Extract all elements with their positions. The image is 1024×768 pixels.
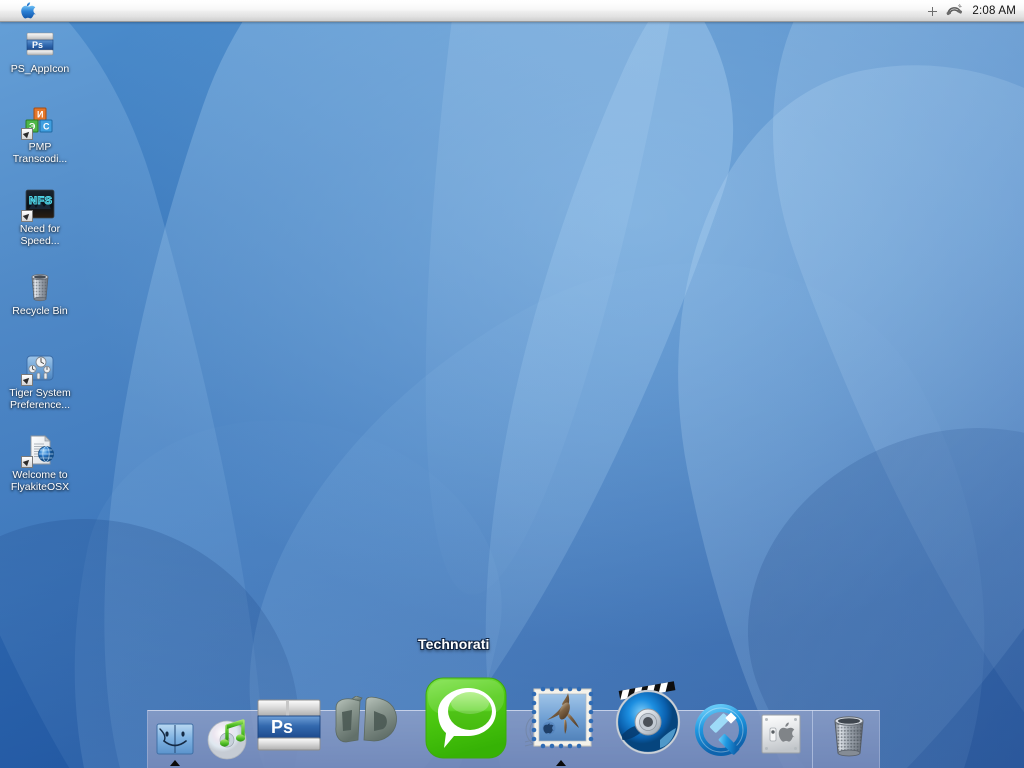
apple-panel-icon — [761, 714, 801, 754]
menubar-clock[interactable]: 2:08 AM — [972, 5, 1016, 17]
svg-text:NFS: NFS — [29, 195, 53, 207]
shortcut-overlay-icon — [21, 128, 33, 140]
wallpaper-blade — [0, 0, 799, 768]
need-for-speed-icon: NFS — [21, 187, 57, 222]
svg-text:Ps: Ps — [32, 40, 43, 50]
dock-item-itunes[interactable] — [203, 712, 253, 762]
dvd-player-icon — [615, 681, 681, 755]
desktop-icon-welcome-flyakiteosx[interactable]: Welcome to FlyakiteOSX — [0, 433, 80, 493]
finder-icon — [156, 723, 194, 755]
deviantart-icon — [335, 696, 397, 743]
plus-icon[interactable] — [928, 6, 938, 16]
desktop-icon-label: Welcome to FlyakiteOSX — [10, 469, 70, 493]
svg-text:И: И — [37, 110, 43, 120]
apple-logo-icon — [20, 2, 36, 19]
trash-icon — [834, 716, 864, 757]
dock-item-system-preferences[interactable] — [757, 710, 805, 758]
desktop-icon-label: PMP Transcodi... — [12, 141, 68, 165]
wallpaper-blade — [307, 0, 1024, 768]
modem-phone-icon[interactable] — [946, 4, 963, 18]
dock-item-mail[interactable] — [521, 680, 601, 760]
desktop-wallpaper[interactable] — [0, 0, 1024, 768]
wallpaper-blade — [700, 0, 1024, 768]
dock-item-technorati[interactable] — [424, 676, 508, 760]
dock-item-photoshop[interactable]: Ps — [254, 690, 328, 762]
wallpaper-blade — [360, 0, 720, 612]
dock-item-deviantart[interactable] — [330, 696, 422, 758]
dock-running-indicator — [170, 760, 180, 766]
dock-tooltip: Technorati — [418, 636, 490, 652]
mail-stamp-icon — [524, 686, 594, 749]
desktop-icon-need-for-speed[interactable]: NFS Need for Speed... — [0, 187, 80, 247]
dock-item-quicktime[interactable] — [694, 702, 752, 760]
wallpaper-blade — [618, 18, 1024, 768]
dock-running-indicator — [556, 760, 566, 766]
apple-menu-button[interactable] — [18, 1, 38, 21]
desktop-icon-pmp-transcoding[interactable]: И Э C PMP Transcodi... — [0, 105, 80, 165]
pmp-blocks-icon: И Э C — [21, 105, 57, 140]
svg-text:C: C — [43, 122, 50, 132]
menu-bar: 2:08 AM — [0, 0, 1024, 22]
technorati-icon — [425, 677, 507, 759]
wallpaper-blade — [130, 162, 1024, 768]
system-preferences-icon — [21, 351, 57, 386]
desktop-icon-recycle-bin[interactable]: Recycle Bin — [0, 269, 80, 318]
shortcut-overlay-icon — [21, 374, 33, 386]
quicktime-icon — [695, 704, 747, 756]
photoshop-box-icon: Ps — [23, 27, 57, 61]
photoshop-icon: Ps — [257, 699, 321, 751]
desktop-icon-tiger-system-preferences[interactable]: Tiger System Preference... — [0, 351, 80, 411]
dock-item-finder[interactable] — [153, 716, 197, 760]
recycle-bin-icon — [23, 269, 57, 303]
desktop-icon-label: Need for Speed... — [19, 223, 61, 247]
shortcut-overlay-icon — [21, 456, 33, 468]
desktop-icon-label: Tiger System Preference... — [9, 387, 71, 411]
svg-text:Ps: Ps — [271, 717, 293, 737]
desktop-icon-ps-appicon[interactable]: Ps PS_AppIcon — [0, 27, 80, 76]
menubar-status-area: 2:08 AM — [928, 0, 1016, 22]
itunes-icon — [207, 719, 247, 760]
desktop-icon-label: Recycle Bin — [12, 305, 68, 317]
dock-separator — [812, 710, 813, 768]
shortcut-overlay-icon — [21, 210, 33, 222]
welcome-document-icon — [21, 433, 57, 468]
dock-item-dvd-player[interactable] — [608, 680, 688, 760]
desktop-icon-label: PS_AppIcon — [10, 63, 70, 75]
dock-item-trash[interactable] — [824, 710, 874, 760]
